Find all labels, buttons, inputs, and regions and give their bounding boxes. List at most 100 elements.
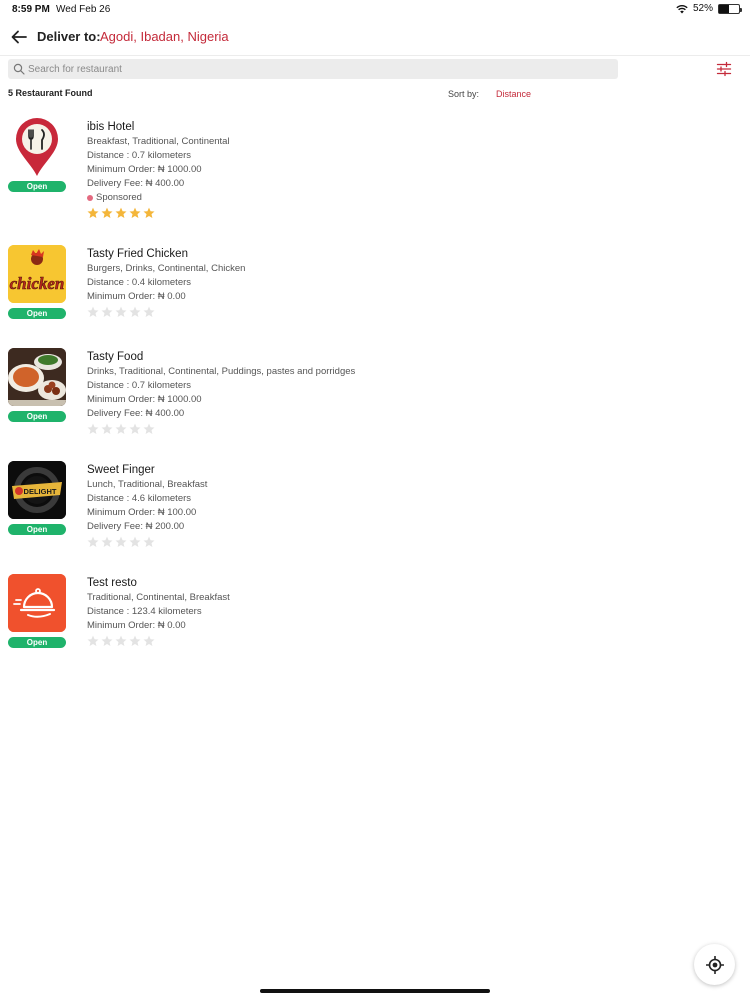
locate-me-button[interactable] xyxy=(694,944,735,985)
star-empty-icon xyxy=(101,306,113,317)
star-filled-icon xyxy=(87,207,99,218)
star-filled-icon xyxy=(143,207,155,218)
star-empty-icon xyxy=(143,423,155,434)
delight-logo-text: DELIGHT xyxy=(24,487,57,496)
star-empty-icon xyxy=(143,306,155,317)
star-empty-icon xyxy=(115,536,127,547)
delight-badge-logo: DELIGHT xyxy=(8,461,66,519)
restaurant-min-order: Minimum Order: ₦ 1000.00 xyxy=(87,394,202,405)
star-empty-icon xyxy=(129,423,141,434)
restaurant-info: ibis Hotel Breakfast, Traditional, Conti… xyxy=(87,118,687,220)
restaurant-item[interactable]: Open Test resto Traditional, Continental… xyxy=(0,574,750,684)
crosshair-icon xyxy=(705,955,724,974)
restaurant-logo: DELIGHT xyxy=(8,461,66,519)
rating-stars xyxy=(87,423,687,436)
restaurant-info: Tasty Food Drinks, Traditional, Continen… xyxy=(87,348,687,436)
restaurant-categories: Drinks, Traditional, Continental, Puddin… xyxy=(87,366,356,377)
sponsored-label: Sponsored xyxy=(96,192,142,203)
restaurant-distance: Distance : 4.6 kilometers xyxy=(87,493,192,504)
restaurant-distance: Distance : 0.7 kilometers xyxy=(87,380,192,391)
star-empty-icon xyxy=(143,635,155,646)
star-filled-icon xyxy=(129,207,141,218)
restaurant-logo xyxy=(8,348,66,406)
status-badge: Open xyxy=(8,637,66,648)
battery-percent: 52% xyxy=(692,3,713,14)
battery-level xyxy=(719,4,730,13)
star-empty-icon xyxy=(129,635,141,646)
restaurant-item[interactable]: Open ibis Hotel Breakfast, Traditional, … xyxy=(0,118,750,228)
sponsored-tag: Sponsored xyxy=(87,191,687,205)
restaurant-item[interactable]: Open Tasty Food Drinks, Traditional, Con… xyxy=(0,348,750,458)
restaurant-item[interactable]: DELIGHT Open Sweet Finger Lunch, Traditi… xyxy=(0,461,750,571)
star-empty-icon xyxy=(129,306,141,317)
arrow-left-icon[interactable] xyxy=(8,26,30,48)
restaurant-delivery-fee: Delivery Fee: ₦ 200.00 xyxy=(87,521,185,532)
rating-stars xyxy=(87,207,687,220)
sponsored-dot-icon xyxy=(87,195,93,201)
restaurant-delivery-fee: Delivery Fee: ₦ 400.00 xyxy=(87,178,185,189)
star-filled-icon xyxy=(101,207,113,218)
restaurant-min-order: Minimum Order: ₦ 100.00 xyxy=(87,507,197,518)
restaurant-categories: Burgers, Drinks, Continental, Chicken xyxy=(87,263,246,274)
restaurant-name: Tasty Fried Chicken xyxy=(87,248,188,260)
restaurant-categories: Breakfast, Traditional, Continental xyxy=(87,136,230,147)
star-empty-icon xyxy=(101,423,113,434)
search-bar[interactable] xyxy=(8,59,618,79)
restaurant-logo xyxy=(8,574,66,632)
header: Deliver to: Agodi, Ibadan, Nigeria xyxy=(0,24,750,56)
status-badge: Open xyxy=(8,524,66,535)
restaurant-distance: Distance : 0.7 kilometers xyxy=(87,150,192,161)
rating-stars xyxy=(87,635,687,648)
star-empty-icon xyxy=(115,423,127,434)
search-icon xyxy=(13,63,25,75)
chicken-logo-text: chicken xyxy=(10,274,65,293)
restaurant-name: ibis Hotel xyxy=(87,121,135,133)
restaurant-logo: chicken xyxy=(8,245,66,303)
cloche-delivery-logo xyxy=(8,574,66,632)
star-empty-icon xyxy=(115,306,127,317)
rating-stars xyxy=(87,536,687,549)
wifi-icon xyxy=(676,4,688,13)
status-indicators: 52% xyxy=(676,3,742,14)
battery-icon xyxy=(718,3,742,14)
home-indicator[interactable] xyxy=(260,989,490,993)
sort-label: Sort by: xyxy=(448,89,480,99)
restaurant-delivery-fee: Delivery Fee: ₦ 400.00 xyxy=(87,408,185,419)
restaurant-info: Sweet Finger Lunch, Traditional, Breakfa… xyxy=(87,461,687,549)
status-badge: Open xyxy=(8,411,66,422)
delivery-location[interactable]: Agodi, Ibadan, Nigeria xyxy=(100,29,229,44)
status-time: 8:59 PM xyxy=(12,4,50,15)
map-pin-fork-knife-logo xyxy=(16,118,58,176)
star-empty-icon xyxy=(101,536,113,547)
restaurant-categories: Lunch, Traditional, Breakfast xyxy=(87,479,208,490)
status-date: Wed Feb 26 xyxy=(56,4,111,15)
restaurant-item[interactable]: chicken Open Tasty Fried Chicken Burgers… xyxy=(0,245,750,355)
restaurant-min-order: Minimum Order: ₦ 0.00 xyxy=(87,620,186,631)
star-empty-icon xyxy=(87,536,99,547)
star-empty-icon xyxy=(115,635,127,646)
search-input[interactable] xyxy=(28,59,608,79)
restaurant-distance: Distance : 123.4 kilometers xyxy=(87,606,202,617)
restaurant-info: Test resto Traditional, Continental, Bre… xyxy=(87,574,687,648)
restaurant-name: Tasty Food xyxy=(87,351,144,363)
sort-dropdown[interactable]: Distance xyxy=(496,89,531,99)
star-empty-icon xyxy=(129,536,141,547)
restaurant-distance: Distance : 0.4 kilometers xyxy=(87,277,192,288)
status-badge: Open xyxy=(8,181,66,192)
star-filled-icon xyxy=(115,207,127,218)
rating-stars xyxy=(87,306,687,319)
restaurant-name: Test resto xyxy=(87,577,137,589)
chicken-logo: chicken xyxy=(8,245,66,303)
results-count: 5 Restaurant Found xyxy=(8,88,93,98)
restaurant-logo xyxy=(8,118,66,176)
status-bar: 8:59 PM Wed Feb 26 52% xyxy=(0,0,750,18)
sliders-icon[interactable] xyxy=(716,61,732,77)
star-empty-icon xyxy=(87,635,99,646)
restaurant-min-order: Minimum Order: ₦ 1000.00 xyxy=(87,164,202,175)
star-empty-icon xyxy=(101,635,113,646)
star-empty-icon xyxy=(87,306,99,317)
restaurant-min-order: Minimum Order: ₦ 0.00 xyxy=(87,291,186,302)
food-photo xyxy=(8,348,66,406)
restaurant-categories: Traditional, Continental, Breakfast xyxy=(87,592,230,603)
deliver-label: Deliver to: xyxy=(37,29,101,44)
